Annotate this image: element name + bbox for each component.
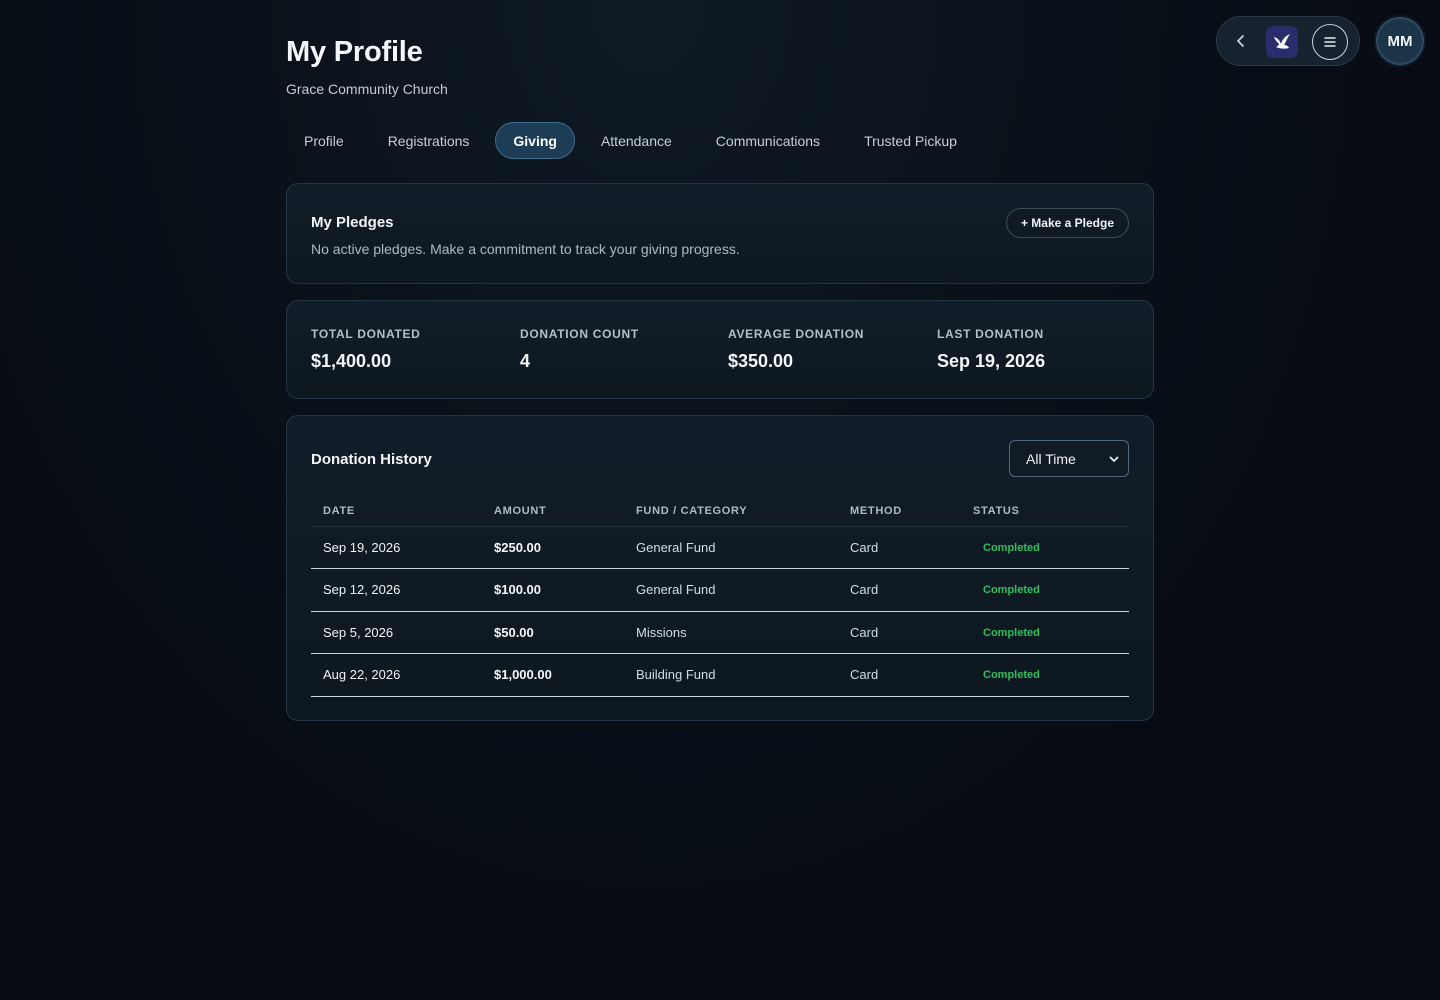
cell-fund: General Fund [624,568,838,612]
stat-value: 4 [520,351,531,371]
cell-amount: $100.00 [482,568,624,612]
page-title: My Profile [286,36,423,68]
profile-tabs: Profile Registrations Giving Attendance … [286,122,983,159]
page-subtitle: Grace Community Church [286,81,448,97]
top-nav-pill [1216,16,1360,66]
table-row[interactable]: Sep 19, 2026 $250.00 General Fund Card C… [311,526,1129,569]
donation-history-card: Donation History All Time DATE AMOUNT FU… [286,415,1154,721]
date-range-value: All Time [1026,450,1076,467]
stat-average-donation: AVERAGE DONATION $350.00 [728,327,864,372]
cell-method: Card [838,568,961,612]
tab-trusted-pickup[interactable]: Trusted Pickup [846,122,975,159]
giving-stats-card: TOTAL DONATED $1,400.00 DONATION COUNT 4… [286,300,1154,399]
cell-fund: Building Fund [624,653,838,697]
status-badge: Completed [983,584,1040,597]
table-row[interactable]: Sep 5, 2026 $50.00 Missions Card Complet… [311,611,1129,654]
tab-communications[interactable]: Communications [698,122,838,159]
tab-profile[interactable]: Profile [286,122,362,159]
stat-donation-count: DONATION COUNT 4 [520,327,639,372]
cell-method: Card [838,653,961,697]
cell-status: Completed [961,568,1129,612]
cell-status: Completed [961,611,1129,654]
cell-fund: General Fund [624,526,838,569]
make-pledge-button[interactable]: + Make a Pledge [1005,208,1129,238]
cell-date: Sep 19, 2026 [311,526,482,569]
table-row[interactable]: Sep 12, 2026 $100.00 General Fund Card C… [311,568,1129,612]
stat-label: TOTAL DONATED [311,327,421,341]
status-badge: Completed [983,626,1040,639]
donation-history-title: Donation History [311,451,432,468]
cell-method: Card [838,611,961,654]
column-header-status[interactable]: STATUS [961,496,1129,527]
cell-fund: Missions [624,611,838,654]
status-badge: Completed [983,669,1040,682]
table-row[interactable]: Aug 22, 2026 $1,000.00 Building Fund Car… [311,653,1129,697]
cell-amount: $1,000.00 [482,653,624,697]
stat-label: AVERAGE DONATION [728,327,865,341]
stat-value: $1,400.00 [311,351,392,371]
menu-icon[interactable] [1312,24,1348,60]
column-header-date[interactable]: DATE [311,496,482,527]
pledges-card: My Pledges No active pledges. Make a com… [286,183,1154,284]
tab-attendance[interactable]: Attendance [583,122,690,159]
column-header-amount[interactable]: AMOUNT [482,496,624,527]
stat-last-donation: LAST DONATION Sep 19, 2026 [937,327,1045,372]
cell-amount: $250.00 [482,526,624,569]
donation-history-table: DATE AMOUNT FUND / CATEGORY METHOD STATU… [311,496,1129,697]
date-range-select[interactable]: All Time [1009,440,1129,477]
tab-registrations[interactable]: Registrations [370,122,488,159]
avatar[interactable]: MM [1376,17,1424,65]
dove-logo-icon[interactable] [1266,26,1298,58]
pledges-empty-text: No active pledges. Make a commitment to … [311,241,740,257]
stat-value: $350.00 [728,351,794,371]
stat-value: Sep 19, 2026 [937,351,1046,371]
stat-label: DONATION COUNT [520,327,639,341]
tab-giving[interactable]: Giving [495,122,575,159]
chevron-left-icon[interactable] [1229,29,1253,53]
stat-total-donated: TOTAL DONATED $1,400.00 [311,327,421,372]
cell-status: Completed [961,526,1129,569]
column-header-method[interactable]: METHOD [838,496,961,527]
cell-status: Completed [961,653,1129,697]
stat-label: LAST DONATION [937,327,1044,341]
column-header-fund[interactable]: FUND / CATEGORY [624,496,838,527]
cell-date: Sep 12, 2026 [311,568,482,612]
cell-date: Sep 5, 2026 [311,611,482,654]
table-header-row: DATE AMOUNT FUND / CATEGORY METHOD STATU… [311,496,1129,527]
pledges-title: My Pledges [311,214,394,231]
cell-method: Card [838,526,961,569]
cell-amount: $50.00 [482,611,624,654]
cell-date: Aug 22, 2026 [311,653,482,697]
status-badge: Completed [983,541,1040,554]
chevron-down-icon [1109,456,1119,462]
